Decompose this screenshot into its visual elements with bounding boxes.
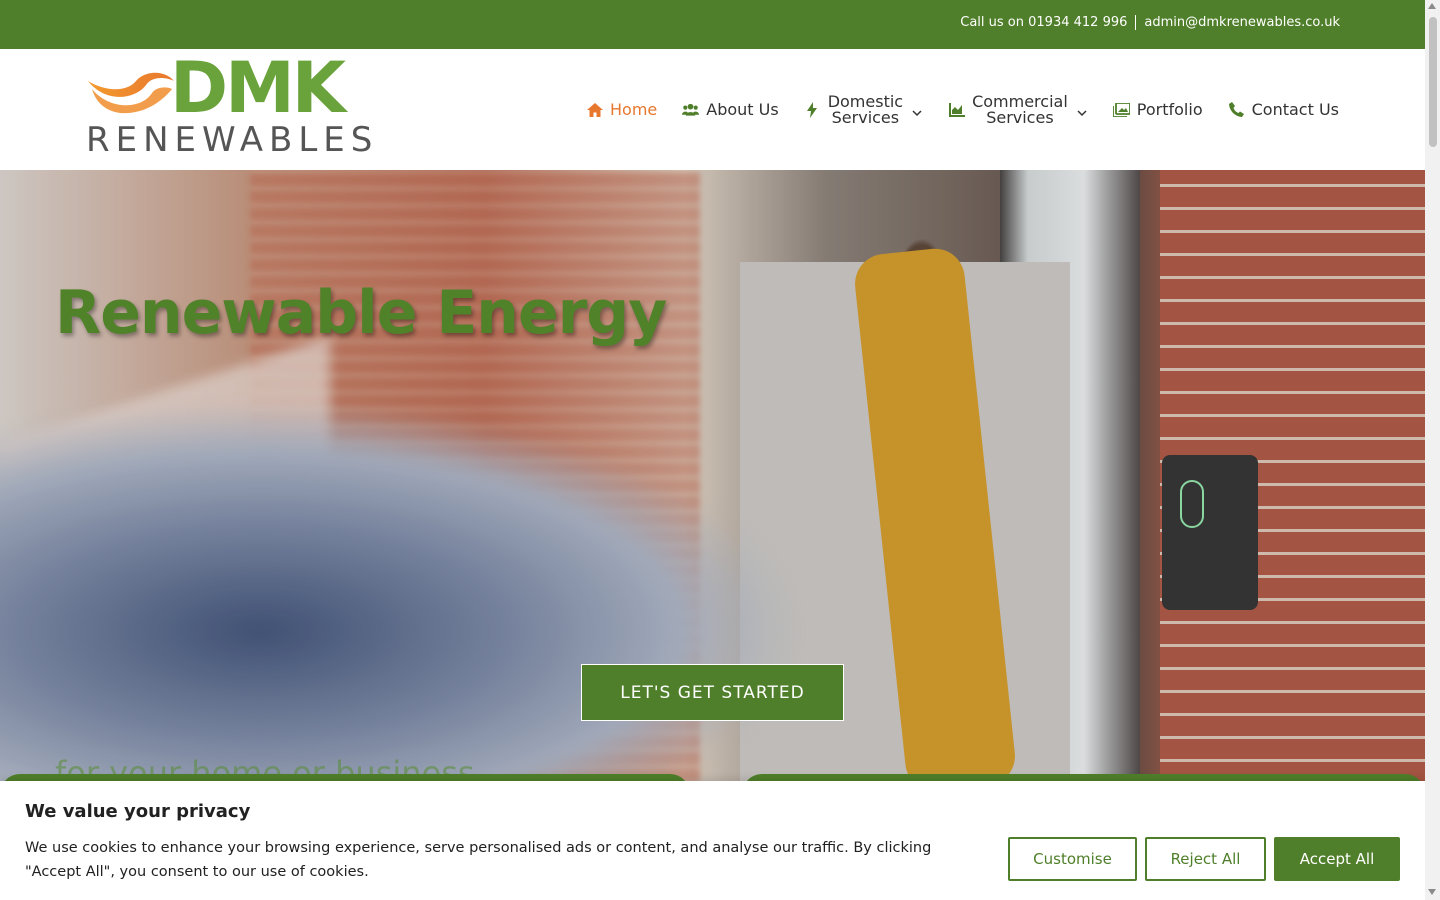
nav-contact-label: Contact Us [1251,100,1339,119]
nav-home-label: Home [610,100,658,119]
main-nav: Home About Us Domestic Services Commerci… [586,49,1339,170]
logo-tagline: RENEWABLES [86,120,379,160]
contact-info: Call us on 01934 412 996 admin@dmkrenewa… [960,15,1340,30]
nav-about-label: About Us [706,100,779,119]
nav-commercial-services[interactable]: Commercial Services [948,93,1088,127]
site-logo[interactable]: DMK RENEWABLES [86,53,386,160]
email-link[interactable]: admin@dmkrenewables.co.uk [1144,15,1340,30]
logo-wordmark: DMK [170,47,346,129]
get-started-button[interactable]: LET'S GET STARTED [581,664,844,721]
nav-domestic-services[interactable]: Domestic Services [804,93,923,127]
nav-commercial-line2: Services [986,107,1054,127]
reject-all-button[interactable]: Reject All [1145,837,1266,881]
images-icon [1112,101,1130,118]
nav-domestic-line2: Services [831,107,900,127]
users-icon [682,101,700,118]
nav-contact[interactable]: Contact Us [1228,100,1339,119]
cookie-consent-banner: We value your privacy We use cookies to … [0,781,1425,900]
bolt-icon [804,101,821,118]
page-scrollbar[interactable] [1425,0,1440,900]
scroll-up-arrow-icon[interactable] [1428,3,1436,9]
customise-button[interactable]: Customise [1008,837,1137,881]
chart-icon [948,101,965,118]
chevron-down-icon [1076,104,1088,116]
accept-all-button[interactable]: Accept All [1274,837,1400,881]
cookie-message: We use cookies to enhance your browsing … [25,840,932,880]
top-bar: Call us on 01934 412 996 admin@dmkrenewa… [0,0,1425,49]
site-header: DMK RENEWABLES Home About Us Domestic Se… [0,49,1425,170]
nav-about[interactable]: About Us [682,100,779,119]
cookie-title: We value your privacy [25,801,251,822]
phone-link[interactable]: Call us on 01934 412 996 [960,15,1127,30]
nav-home[interactable]: Home [586,100,657,119]
chevron-down-icon [911,104,923,116]
scrollbar-thumb[interactable] [1429,17,1437,147]
home-icon [586,101,603,118]
divider [1135,15,1137,30]
scroll-down-arrow-icon[interactable] [1428,889,1436,895]
phone-icon [1228,101,1245,118]
nav-commercial-label: Commercial Services [972,93,1068,127]
nav-portfolio-label: Portfolio [1136,100,1203,119]
nav-domestic-label: Domestic Services [828,93,903,127]
flame-logo-icon [88,72,174,114]
nav-portfolio[interactable]: Portfolio [1112,100,1203,119]
hero-title: Renewable Energy [55,278,667,348]
hero-banner: Renewable Energy for your home or busine… [0,170,1425,782]
